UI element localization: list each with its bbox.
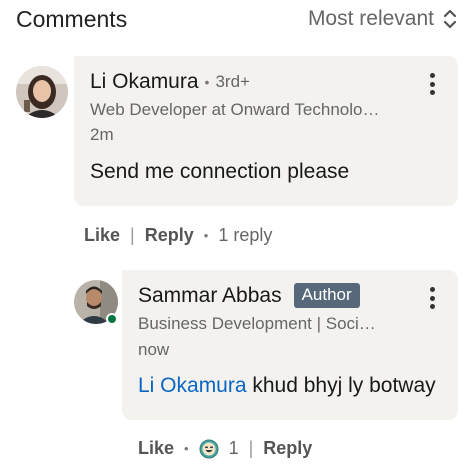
comments-title: Comments bbox=[16, 6, 128, 32]
reply-text-body: khud bhyj ly botway bbox=[246, 374, 436, 397]
comment-author-name[interactable]: Li Okamura bbox=[90, 70, 199, 94]
more-options-icon[interactable] bbox=[428, 287, 436, 309]
separator-dot: • bbox=[203, 228, 209, 243]
reply-author-headline: Business Development | Soci… bbox=[138, 314, 376, 333]
reply-button[interactable]: Reply bbox=[145, 225, 194, 246]
comment-timestamp: 2m bbox=[90, 125, 114, 144]
reply-timestamp: now bbox=[138, 340, 170, 359]
comment-author-row: Li Okamura • 3rd+ bbox=[90, 70, 250, 94]
separator-dot: • bbox=[204, 74, 210, 90]
replies-count-link[interactable]: 1 reply bbox=[218, 225, 272, 246]
more-options-icon[interactable] bbox=[428, 73, 436, 95]
funny-reaction-icon[interactable] bbox=[199, 439, 219, 459]
reply-author-name[interactable]: Sammar Abbas bbox=[138, 284, 282, 308]
comments-header: Comments Most relevant bbox=[0, 0, 474, 42]
author-badge: Author bbox=[293, 283, 360, 308]
comment-author-headline: Web Developer at Onward Technolo… bbox=[90, 100, 380, 119]
sort-chevrons-icon bbox=[443, 9, 457, 29]
comment-actions: Like | Reply • 1 reply bbox=[84, 225, 272, 246]
divider: | bbox=[248, 438, 254, 458]
reply-author-row: Sammar Abbas Author bbox=[138, 283, 360, 308]
separator-dot: • bbox=[184, 441, 189, 456]
comment-text: Send me connection please bbox=[90, 160, 350, 183]
reply-actions: Like • 1 | Reply bbox=[138, 438, 312, 459]
reply-text: Li Okamura khud bhyj ly botway bbox=[138, 374, 436, 398]
profile-photo-li-okamura bbox=[16, 66, 68, 118]
mention-link[interactable]: Li Okamura bbox=[138, 374, 247, 397]
divider: | bbox=[130, 225, 135, 245]
like-button[interactable]: Like bbox=[84, 225, 120, 246]
avatar[interactable] bbox=[16, 66, 68, 118]
reply-button[interactable]: Reply bbox=[263, 438, 312, 459]
like-button[interactable]: Like bbox=[138, 438, 174, 459]
sort-label: Most relevant bbox=[307, 7, 434, 30]
sort-dropdown[interactable]: Most relevant bbox=[308, 6, 458, 32]
connection-degree: 3rd+ bbox=[215, 72, 250, 91]
online-status-indicator bbox=[106, 313, 118, 325]
reaction-count[interactable]: 1 bbox=[229, 438, 239, 459]
